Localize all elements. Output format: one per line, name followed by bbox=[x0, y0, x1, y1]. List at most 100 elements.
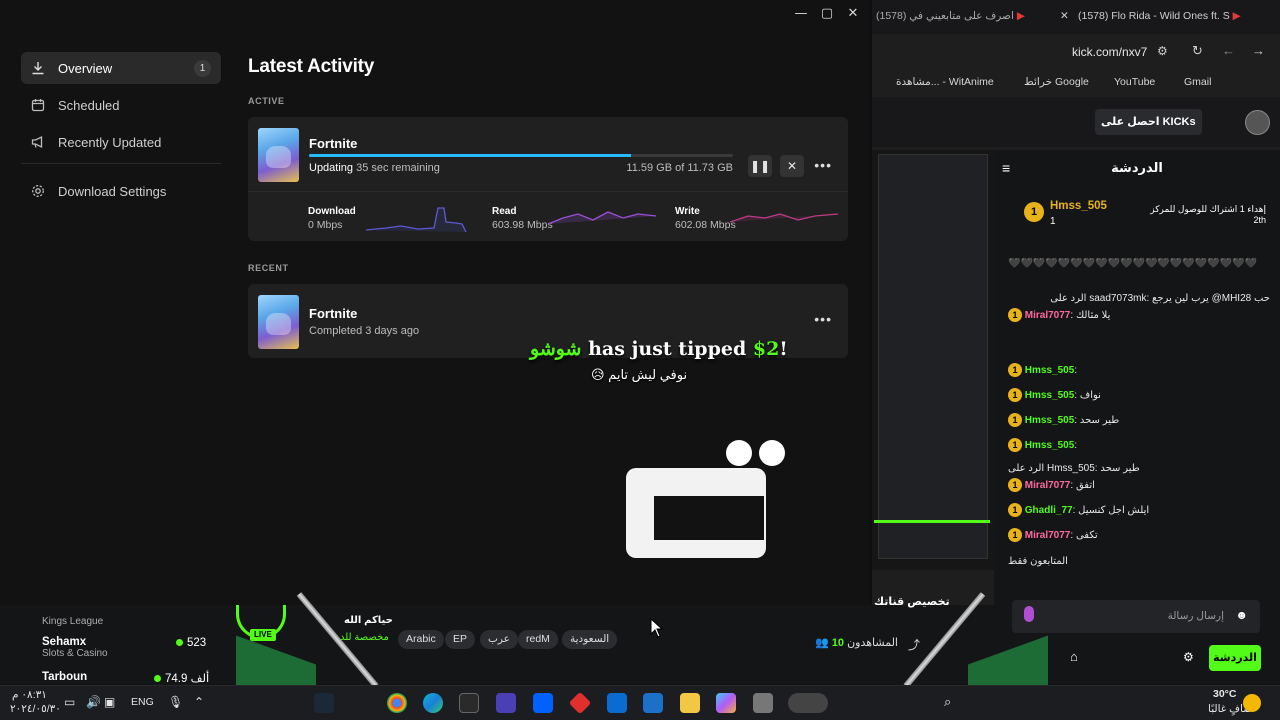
chat-username[interactable]: Hmss_505 bbox=[1025, 390, 1074, 401]
close-button[interactable]: ✕ bbox=[842, 6, 864, 22]
megaphone-icon bbox=[31, 135, 45, 149]
sidebar-item-download-settings[interactable]: Download Settings bbox=[21, 175, 221, 207]
stream-preview[interactable] bbox=[872, 150, 994, 570]
tag[interactable]: السعودية bbox=[562, 630, 618, 649]
store-icon[interactable]: ⌂ bbox=[1070, 649, 1078, 664]
widgets-icon[interactable] bbox=[788, 693, 828, 713]
sidebar-item-overview[interactable]: Overview 1 bbox=[21, 52, 221, 84]
game-title[interactable]: Fortnite bbox=[309, 136, 357, 151]
steam-icon[interactable] bbox=[314, 693, 334, 713]
recommended-channel[interactable]: Kings League bbox=[12, 615, 103, 627]
tag[interactable]: عرب bbox=[480, 630, 518, 649]
sidebar-item-label: Overview bbox=[58, 60, 113, 76]
maximize-button[interactable]: ▢ bbox=[816, 6, 838, 22]
close-icon[interactable]: ✕ bbox=[1060, 10, 1069, 22]
chat-text: تكفى bbox=[1075, 530, 1098, 541]
tab-1[interactable]: (1578) Flo Rida - Wild Ones ft. S ▶ bbox=[1078, 10, 1241, 22]
clock-date[interactable]: ٢٠٢٤/٠٥/٣٠ bbox=[10, 703, 61, 715]
chat-username[interactable]: Ghadli_77 bbox=[1025, 505, 1073, 516]
edge-icon[interactable] bbox=[423, 693, 443, 713]
file-explorer-icon[interactable] bbox=[680, 693, 700, 713]
chrome-icon[interactable] bbox=[387, 693, 407, 713]
tag[interactable]: EP bbox=[445, 630, 476, 649]
chat-message: 1 Hmss_505: نواف bbox=[1008, 388, 1270, 402]
chevron-up-icon[interactable]: ⌃ bbox=[194, 695, 204, 709]
forward-icon[interactable]: ← bbox=[1222, 43, 1235, 58]
bookmark-gmail[interactable]: Gmail bbox=[1184, 76, 1211, 88]
minimize-button[interactable]: — bbox=[790, 6, 812, 22]
back-icon[interactable]: → bbox=[1252, 43, 1265, 58]
more-options-button[interactable]: ••• bbox=[814, 157, 832, 173]
tag[interactable]: redM bbox=[518, 630, 558, 649]
youtube-icon: ▶ bbox=[1232, 10, 1241, 22]
chat-send-button[interactable]: الدردشة bbox=[1209, 645, 1261, 671]
outlook-icon[interactable] bbox=[607, 693, 627, 713]
get-kicks-button[interactable]: احصل على KICKs bbox=[1095, 109, 1202, 135]
emoji-icon[interactable]: ☻ bbox=[1235, 608, 1248, 622]
fortnite-thumbnail[interactable] bbox=[258, 128, 299, 182]
fortnite-thumbnail[interactable] bbox=[258, 295, 299, 349]
dropbox-icon[interactable] bbox=[533, 693, 553, 713]
sidebar-item-scheduled[interactable]: Scheduled bbox=[21, 89, 221, 121]
bookmark-youtube[interactable]: YouTube bbox=[1114, 76, 1155, 88]
volume-icon[interactable]: 🔊 bbox=[86, 695, 101, 709]
search-icon[interactable]: ⌕ bbox=[944, 694, 951, 710]
chat-input[interactable]: إرسال رسالة ☻ bbox=[1012, 600, 1260, 633]
tab-2[interactable]: (1578) اصرف على متابعيني في ▶ bbox=[876, 10, 1025, 22]
microphone-icon[interactable] bbox=[1024, 606, 1034, 622]
customize-channel-link[interactable]: تخصيص قناتك bbox=[874, 595, 950, 608]
chat-message: 1 Hmss_505: bbox=[1008, 363, 1270, 377]
download-graph bbox=[366, 207, 467, 233]
chat-username[interactable]: Miral7077 bbox=[1025, 310, 1071, 321]
url-field[interactable]: kick.com/nxv7 bbox=[1072, 45, 1147, 59]
download-progress-bar bbox=[309, 154, 733, 157]
weather-temp[interactable]: 30°C bbox=[1213, 688, 1236, 700]
bookmark-maps[interactable]: خرائط Google bbox=[1024, 76, 1089, 88]
pause-button[interactable]: ❚❚ bbox=[748, 155, 772, 177]
app-icon[interactable] bbox=[496, 693, 516, 713]
share-icon[interactable]: ⤴ bbox=[908, 636, 920, 653]
tag[interactable]: Arabic bbox=[398, 630, 444, 649]
reload-icon[interactable]: ↻ bbox=[1192, 43, 1203, 59]
time-remaining: 35 sec remaining bbox=[356, 162, 440, 174]
copilot-icon[interactable] bbox=[716, 693, 736, 713]
cancel-download-button[interactable]: ✕ bbox=[780, 155, 804, 177]
download-stats: Download 0 Mbps Read 603.98 Mbps Write 6… bbox=[248, 191, 848, 241]
chat-username[interactable]: Miral7077 bbox=[1025, 480, 1071, 491]
epic-launcher-window: — ▢ ✕ Overview 1 Scheduled Recently Upda… bbox=[0, 0, 870, 605]
bookmark-witanime[interactable]: مشاهدة... - WitAnime bbox=[896, 76, 994, 88]
chat-username[interactable]: Hmss_505 bbox=[1025, 365, 1074, 376]
network-icon[interactable]: ▣ bbox=[104, 695, 115, 709]
tip-text: has just tipped bbox=[581, 338, 753, 360]
store-icon[interactable] bbox=[643, 693, 663, 713]
red-app-icon[interactable] bbox=[568, 691, 592, 715]
chat-text: طير سحد bbox=[1079, 415, 1120, 426]
tab-label: (1578) اصرف على متابعيني في bbox=[876, 10, 1014, 22]
battery-icon[interactable]: ▭ bbox=[64, 695, 75, 709]
more-options-button[interactable]: ••• bbox=[814, 311, 832, 327]
sun-icon[interactable] bbox=[1243, 694, 1261, 712]
avatar[interactable] bbox=[1245, 110, 1270, 135]
site-settings-icon[interactable]: ⚙ bbox=[1157, 44, 1168, 58]
sidebar-item-label: Scheduled bbox=[58, 97, 120, 113]
mic-icon[interactable]: 🎙 bbox=[168, 695, 183, 709]
chat-message: 1 Ghadli_77: ايلش اجل كنسيل bbox=[1008, 503, 1270, 517]
sidebar-item-recently-updated[interactable]: Recently Updated bbox=[21, 126, 221, 158]
tip-message: 😥 نوفي ليش تايم bbox=[591, 367, 688, 382]
download-size: 11.59 GB of 11.73 GB bbox=[626, 162, 733, 174]
settings-icon[interactable]: ⚙ bbox=[1183, 650, 1194, 664]
clock-time[interactable]: ٠٨:٣١ م bbox=[12, 689, 47, 701]
tab-bar: (1578) اصرف على متابعيني في ▶ ✕ (1578) F… bbox=[872, 0, 1280, 34]
language-indicator[interactable]: ENG bbox=[131, 696, 154, 708]
chat-username[interactable]: Hmss_505 bbox=[1025, 415, 1074, 426]
chat-username[interactable]: Hmss_505 bbox=[1025, 440, 1074, 451]
window-icon[interactable] bbox=[753, 693, 773, 713]
epic-games-icon[interactable] bbox=[459, 693, 479, 713]
sidebar-item-label: Recently Updated bbox=[58, 134, 162, 150]
recommended-channel[interactable]: Tarboun 74.9 ألف bbox=[12, 671, 212, 685]
chat-username[interactable]: Miral7077 bbox=[1025, 530, 1071, 541]
sidebar-divider bbox=[21, 163, 221, 164]
recent-status: Completed 3 days ago bbox=[309, 325, 420, 337]
recommended-channel[interactable]: Sehamx Slots & Casino 523 bbox=[12, 636, 212, 659]
game-title[interactable]: Fortnite bbox=[309, 306, 357, 321]
